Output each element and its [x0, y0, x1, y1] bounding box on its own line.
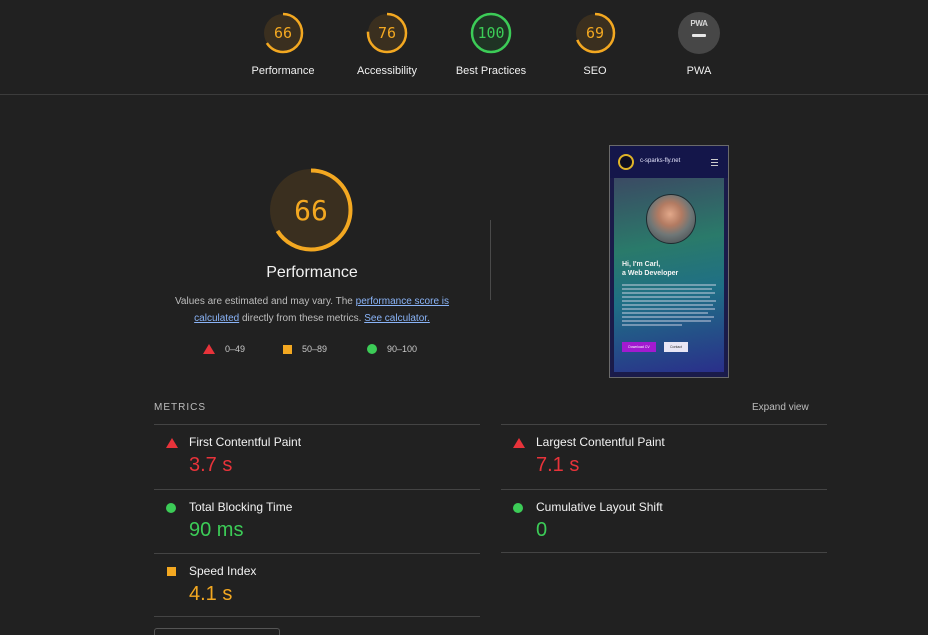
hamburger-menu-icon [711, 159, 718, 166]
metric-value: 0 [536, 519, 548, 541]
metric-name: Total Blocking Time [189, 500, 293, 514]
gauge-ring: 76 [366, 12, 408, 54]
gauge-score: 76 [378, 24, 396, 42]
legend-pass: 90–100 [367, 344, 417, 354]
metric-largest-contentful-paint: Largest Contentful Paint 7.1 s [501, 428, 801, 490]
divider [154, 553, 480, 554]
metric-name: Speed Index [189, 564, 257, 578]
legend-range: 90–100 [387, 344, 418, 354]
profile-photo [646, 194, 696, 244]
gauge-label: Best Practices [455, 65, 527, 77]
see-calculator-link[interactable]: See calculator. [364, 313, 430, 324]
legend-range: 50–89 [302, 344, 328, 354]
metric-value: 7.1 s [536, 454, 580, 476]
preview-heading: Hi, I'm Carl, a Web Developer [622, 260, 678, 278]
average-square-icon [167, 567, 176, 576]
pwa-badge-text: PWA [690, 19, 708, 28]
gauge-label: SEO [583, 65, 607, 77]
gauge-seo[interactable]: 69 SEO [550, 12, 640, 77]
preview-contact-button: Contact [664, 342, 688, 352]
score-description: Values are estimated and may vary. The p… [160, 293, 464, 327]
gauge-label: PWA [686, 65, 712, 77]
performance-gauge: 66 [269, 168, 353, 252]
metrics-heading: METRICS [154, 402, 206, 413]
preview-download-button: Download CV [622, 342, 656, 352]
preview-heading-line: Hi, I'm Carl, [622, 261, 661, 268]
metric-total-blocking-time: Total Blocking Time 90 ms [154, 493, 454, 555]
expand-view-button[interactable]: Expand view [752, 402, 809, 413]
gauge-pwa[interactable]: PWA PWA [654, 12, 744, 77]
performance-title: Performance [266, 264, 358, 281]
metric-name: Largest Contentful Paint [536, 435, 665, 449]
metric-cumulative-layout-shift: Cumulative Layout Shift 0 [501, 493, 801, 555]
gauge-score: 69 [586, 24, 604, 42]
description-text: directly from these metrics. [239, 313, 365, 324]
metric-first-contentful-paint: First Contentful Paint 3.7 s [154, 428, 454, 490]
legend-range: 0–49 [225, 344, 246, 354]
divider [154, 489, 480, 490]
pass-circle-icon [367, 344, 377, 354]
metric-speed-index: Speed Index 4.1 s [154, 557, 454, 619]
gauge-ring: 66 [262, 12, 304, 54]
pwa-dash-icon [692, 34, 706, 37]
preview-hero: Hi, I'm Carl, a Web Developer Download C… [614, 178, 724, 372]
divider [501, 424, 827, 425]
gauge-best-practices[interactable]: 100 Best Practices [446, 12, 536, 77]
preview-site-name: c-sparks-fly.net [640, 158, 681, 164]
gauge-ring: 69 [574, 12, 616, 54]
performance-score: 66 [294, 194, 328, 227]
metric-value: 3.7 s [189, 454, 233, 476]
site-logo-icon [618, 154, 634, 170]
description-text: Values are estimated and may vary. The [174, 296, 356, 307]
gauge-ring: 100 [470, 12, 512, 54]
fail-triangle-icon [513, 438, 525, 448]
vertical-divider [490, 220, 491, 300]
gauge-performance[interactable]: 66 Performance [238, 12, 328, 77]
average-square-icon [283, 344, 292, 354]
metric-value: 4.1 s [189, 583, 233, 605]
pass-circle-icon [513, 503, 523, 513]
divider [154, 424, 480, 425]
metric-value: 90 ms [189, 519, 244, 541]
category-score-bar: 66 Performance 76 Accessibility 100 Best… [0, 0, 928, 95]
preview-navbar: c-sparks-fly.net [610, 146, 728, 178]
divider [154, 616, 480, 617]
fail-triangle-icon [166, 438, 178, 448]
legend-average: 50–89 [283, 344, 327, 354]
pwa-badge-icon: PWA [678, 12, 720, 54]
final-screenshot[interactable]: c-sparks-fly.net Hi, I'm Carl, a Web Dev… [609, 145, 729, 378]
legend-fail: 0–49 [203, 344, 245, 354]
fail-triangle-icon [203, 344, 215, 354]
preview-paragraph [622, 284, 716, 328]
divider [501, 552, 827, 553]
gauge-score: 66 [274, 24, 292, 42]
gauge-label: Accessibility [357, 65, 417, 77]
gauge-score: 100 [477, 24, 504, 42]
divider [501, 489, 827, 490]
metric-name: Cumulative Layout Shift [536, 500, 663, 514]
gauge-label: Performance [251, 65, 315, 77]
preview-heading-line: a Web Developer [622, 270, 679, 277]
gauge-accessibility[interactable]: 76 Accessibility [342, 12, 432, 77]
pass-circle-icon [166, 503, 176, 513]
metric-name: First Contentful Paint [189, 435, 302, 449]
